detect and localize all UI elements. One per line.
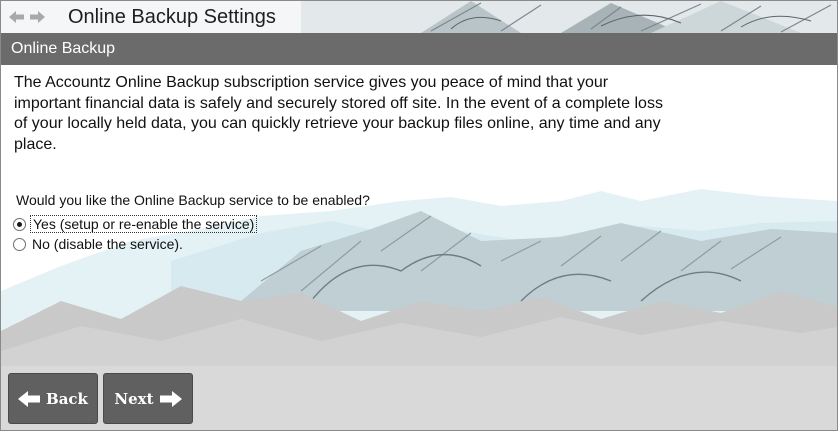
next-arrow-icon [159, 390, 182, 407]
back-button-label: Back [46, 389, 88, 408]
back-button[interactable]: Back [8, 373, 98, 424]
arrow-left-icon[interactable] [9, 10, 25, 24]
enable-question: Would you like the Online Backup service… [16, 192, 370, 208]
section-header-label: Online Backup [11, 40, 116, 57]
next-button[interactable]: Next [103, 373, 193, 424]
arrow-right-icon[interactable] [29, 10, 45, 24]
section-header: Online Backup [1, 33, 837, 65]
online-backup-settings-window: Online Backup Settings Online Backup The… [0, 0, 838, 431]
radio-button-yes[interactable] [13, 217, 26, 231]
back-arrow-icon [18, 390, 41, 407]
radio-label-no[interactable]: No (disable the service). [30, 236, 185, 252]
navigation-arrows [9, 10, 45, 24]
next-button-label: Next [114, 389, 154, 408]
intro-text: The Accountz Online Backup subscription … [14, 74, 663, 153]
window-title: Online Backup Settings [68, 6, 276, 28]
radio-option-yes[interactable]: Yes (setup or re-enable the service) [13, 215, 258, 233]
radio-label-yes[interactable]: Yes (setup or re-enable the service) [30, 215, 258, 233]
radio-option-no[interactable]: No (disable the service). [13, 236, 185, 252]
title-bar: Online Backup Settings [1, 1, 837, 33]
radio-button-no[interactable] [13, 237, 26, 251]
